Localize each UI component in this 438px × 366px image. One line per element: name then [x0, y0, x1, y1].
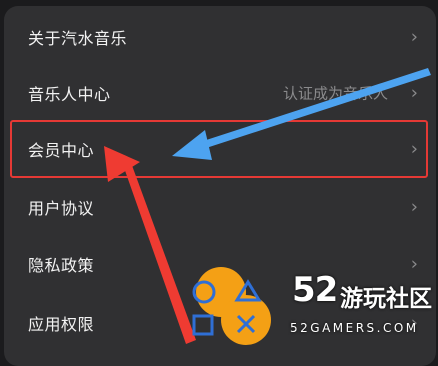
watermark-site: 52GAMERS.COM	[290, 321, 419, 335]
gamers-logo-icon	[192, 267, 271, 345]
watermark-number: 52	[292, 270, 338, 310]
red-arrow-icon	[104, 146, 196, 344]
blue-arrow-icon	[172, 68, 431, 160]
watermark-title: 游玩社区	[340, 286, 432, 312]
